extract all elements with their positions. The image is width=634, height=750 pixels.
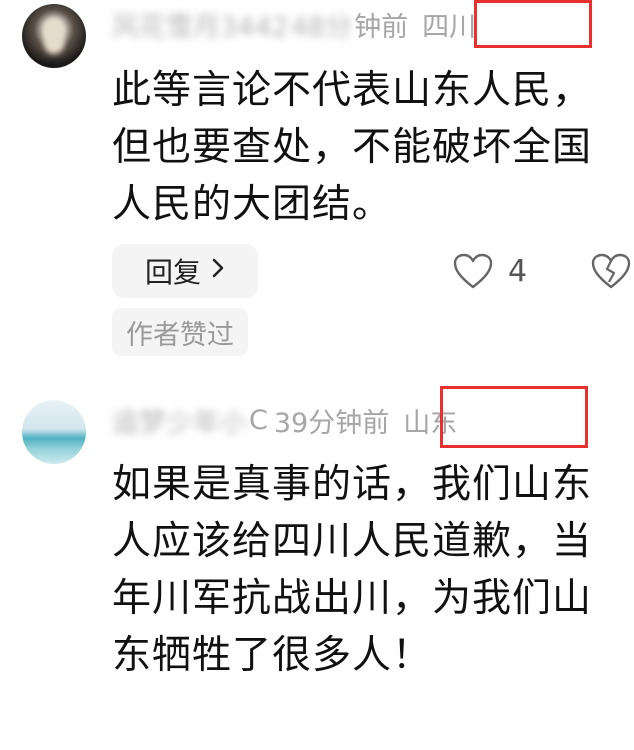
- timestamp: 39分钟前: [273, 407, 390, 439]
- reply-label: 回复: [144, 256, 201, 289]
- comment-text: 此等言论不代表山东人民，但也要查处，不能破坏全国人民的大团结。: [112, 68, 593, 227]
- comment-meta: 追梦少年小 C 39分钟前 山东: [112, 400, 457, 440]
- avatar[interactable]: [22, 400, 86, 464]
- username-blurred[interactable]: 追梦少年小: [112, 401, 247, 440]
- like-button[interactable]: 4: [452, 252, 527, 290]
- location-label: 山东: [403, 407, 458, 439]
- chevron-right-icon: [211, 256, 225, 286]
- location-label: 四川: [422, 11, 477, 43]
- author-liked-badge: 作者赞过: [112, 308, 248, 356]
- timestamp: 钟前: [354, 11, 409, 43]
- like-count: 4: [508, 253, 528, 289]
- dislike-button[interactable]: [590, 252, 632, 294]
- comment-item-1: 风花雪月3442 48分 钟前 四川 此等言论不代表山东人民，但也要查处，不能破…: [0, 0, 634, 370]
- time-blurred: 48分: [290, 11, 353, 43]
- avatar-figure: [44, 18, 64, 54]
- username-blurred[interactable]: 风花雪月3442: [112, 5, 289, 44]
- reply-button[interactable]: 回复: [112, 244, 258, 298]
- username-suffix[interactable]: C: [249, 405, 268, 436]
- avatar[interactable]: [22, 4, 86, 68]
- heart-icon: [452, 252, 494, 290]
- comment-meta: 风花雪月3442 48分 钟前 四川: [112, 4, 476, 44]
- broken-heart-icon: [590, 253, 632, 294]
- comment-text: 如果是真事的话，我们山东人应该给四川人民道歉，当年川军抗战出川，为我们山东牺牲了…: [112, 462, 593, 678]
